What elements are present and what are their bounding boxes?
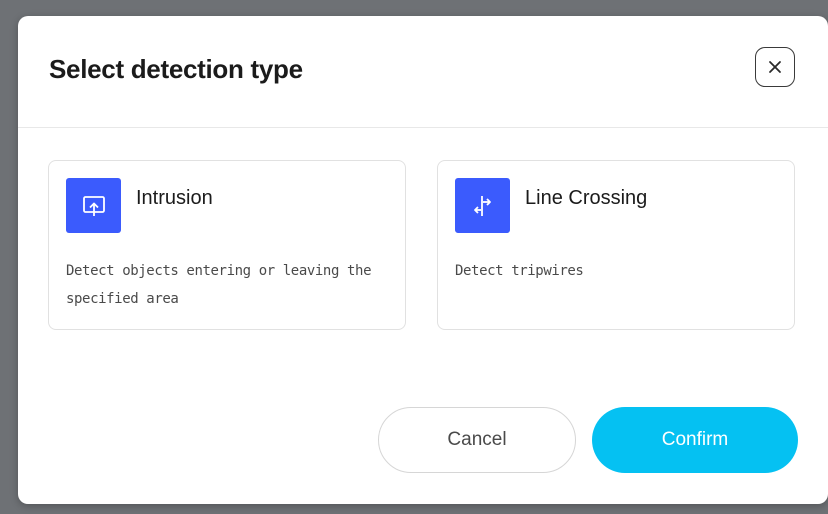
dialog-header: Select detection type (18, 16, 828, 128)
option-description: Detect tripwires (455, 263, 584, 279)
area-upload-icon (66, 178, 121, 233)
close-button[interactable] (755, 47, 795, 87)
dialog-title: Select detection type (49, 54, 303, 84)
confirm-button[interactable]: Confirm (592, 407, 798, 473)
option-title: Intrusion (136, 187, 213, 209)
cancel-button[interactable]: Cancel (378, 407, 576, 473)
tripwire-arrows-icon (455, 178, 510, 233)
option-card-intrusion[interactable]: Intrusion Detect objects entering or lea… (48, 160, 406, 330)
option-title: Line Crossing (525, 187, 648, 209)
select-detection-type-dialog: Select detection type Intrusion Detect o… (18, 16, 828, 504)
option-card-line-crossing[interactable]: Line Crossing Detect tripwires (437, 160, 795, 330)
close-icon (769, 61, 781, 73)
option-description: Detect objects entering or leaving the s… (66, 263, 372, 307)
